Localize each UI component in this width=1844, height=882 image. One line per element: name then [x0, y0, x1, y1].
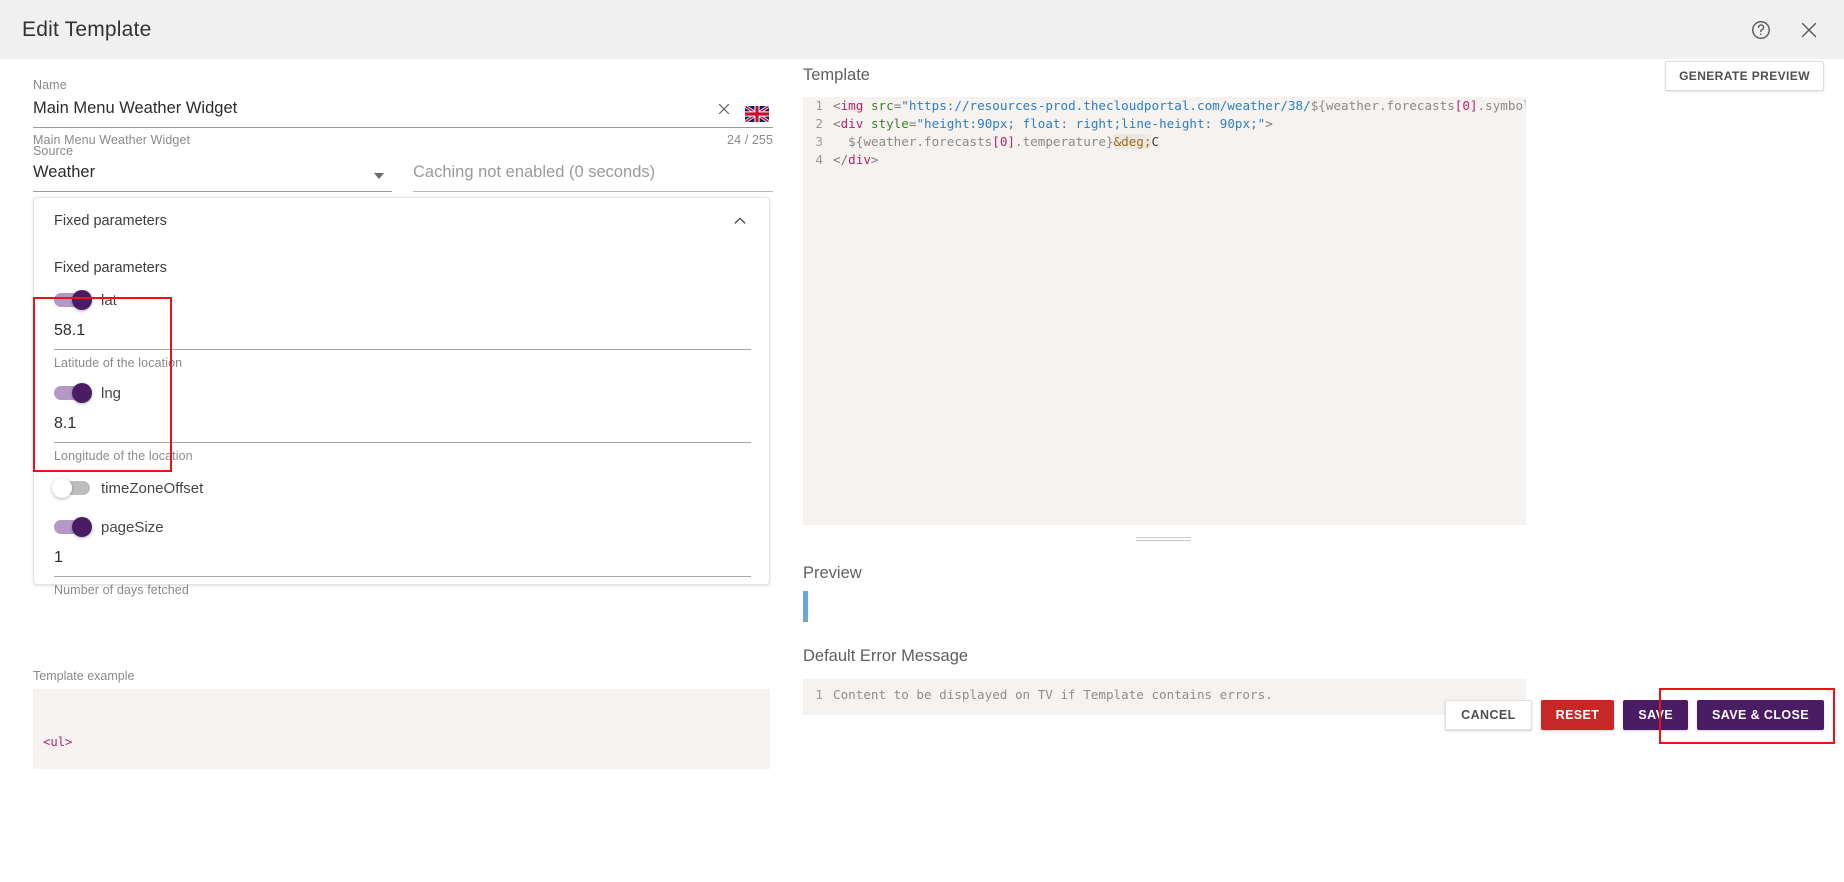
line-number: 4 [815, 152, 823, 167]
left-panel: Name Main Menu Weather Widget Main Menu … [0, 59, 800, 882]
param-row-timezoneoffset: timeZoneOffset [52, 474, 749, 502]
code-line: 3 ${weather.forecasts[0].temperature}&de… [803, 133, 1526, 151]
param-toggle-row-lng: lng [54, 379, 749, 407]
toggle-timezoneoffset[interactable] [52, 478, 90, 498]
fixed-parameters-group-title: Fixed parameters [54, 260, 167, 276]
param-row-lat: lat 58.1 Latitude of the location [54, 286, 751, 370]
grip-line [1136, 540, 1191, 541]
source-label: Source [33, 144, 74, 158]
param-hint-lat: Latitude of the location [54, 356, 183, 370]
template-example-label: Template example [33, 669, 135, 683]
line-number: 1 [815, 687, 823, 702]
chevron-down-icon [374, 173, 384, 179]
param-input-lng[interactable]: 8.1 [54, 415, 751, 443]
name-input-row: Main Menu Weather Widget [33, 92, 773, 128]
param-name-lng: lng [101, 384, 122, 402]
line-number: 2 [815, 116, 823, 131]
param-hint-pagesize: Number of days fetched [54, 583, 189, 597]
source-selected-value: Weather [33, 158, 392, 192]
param-input-lat[interactable]: 58.1 [54, 322, 751, 350]
code-line-text: ${weather.forecasts[0].temperature}&deg;… [848, 134, 1160, 149]
code-line: 4 </div> [803, 151, 1526, 169]
caching-select[interactable]: Caching not enabled (0 seconds) [413, 158, 773, 192]
code-line-text: </div> [833, 152, 879, 167]
cancel-button[interactable]: CANCEL [1445, 700, 1532, 730]
source-select[interactable]: Weather [33, 158, 392, 192]
generate-preview-button[interactable]: GENERATE PREVIEW [1665, 61, 1824, 91]
fixed-parameters-card: Fixed parameters Fixed parameters lat 58… [33, 197, 770, 597]
template-code-editor[interactable]: 1 <img src="https://resources-prod.thecl… [803, 97, 1526, 525]
fixed-parameters-card-title: Fixed parameters [54, 213, 167, 229]
param-hint-lng: Longitude of the location [54, 449, 193, 463]
dialog-body: Name Main Menu Weather Widget Main Menu … [0, 59, 1844, 882]
right-panel: Template GENERATE PREVIEW 1 <img src="ht… [800, 59, 1844, 882]
toggle-knob [52, 478, 72, 498]
preview-section-title: Preview [803, 564, 862, 582]
code-line: 1 <img src="https://resources-prod.thecl… [803, 97, 1526, 115]
editor-resize-handle[interactable] [1136, 537, 1191, 543]
fixed-parameters-card-header[interactable]: Fixed parameters [34, 198, 769, 244]
name-label: Name [33, 78, 67, 92]
dialog-titlebar: Edit Template [0, 0, 1844, 59]
source-row: Weather Caching not enabled (0 seconds) [33, 158, 773, 192]
chevron-up-icon[interactable] [732, 213, 748, 229]
page-title: Edit Template [22, 17, 152, 41]
param-name-lat: lat [101, 291, 117, 309]
name-input[interactable]: Main Menu Weather Widget [33, 92, 773, 128]
titlebar-actions [1748, 17, 1822, 43]
param-row-pagesize: pageSize 1 Number of days fetched [54, 513, 751, 597]
code-line: 2 <div style="height:90px; float: right;… [803, 115, 1526, 133]
preview-content-placeholder [803, 591, 808, 622]
line-number: 1 [815, 98, 823, 113]
param-row-lng: lng 8.1 Longitude of the location [54, 379, 751, 463]
clear-name-icon[interactable] [715, 100, 733, 118]
toggle-knob [72, 290, 92, 310]
toggle-pagesize[interactable] [54, 517, 92, 537]
highlight-box-save-buttons [1659, 688, 1835, 744]
param-toggle-row-timezoneoffset: timeZoneOffset [52, 474, 749, 502]
grip-line [1136, 537, 1191, 538]
line-number: 3 [815, 134, 823, 149]
uk-flag-icon[interactable] [745, 106, 769, 122]
reset-button[interactable]: RESET [1540, 700, 1615, 730]
param-toggle-row-pagesize: pageSize [54, 513, 749, 541]
param-name-timezoneoffset: timeZoneOffset [101, 479, 204, 497]
default-error-message-title: Default Error Message [803, 647, 969, 665]
caching-value: Caching not enabled (0 seconds) [413, 158, 773, 192]
toggle-knob [72, 383, 92, 403]
code-line-text: <img src="https://resources-prod.theclou… [833, 98, 1526, 113]
code-line-text: <div style="height:90px; float: right;li… [833, 116, 1273, 131]
toggle-knob [72, 517, 92, 537]
param-toggle-row-lat: lat [54, 286, 749, 314]
code-line: 1 Content to be displayed on TV if Templ… [803, 686, 1526, 704]
template-section-title: Template [803, 66, 870, 84]
fixed-parameters-list: Fixed parameters lat 58.1 Latitude of th… [34, 260, 769, 597]
help-circle-icon[interactable] [1748, 17, 1774, 43]
close-icon[interactable] [1796, 17, 1822, 43]
edit-template-dialog: Edit Template Name Main Menu Weather Wid… [0, 0, 1844, 882]
template-example-code: <ul> <#list weather.forecasts as forecas… [33, 689, 770, 769]
param-name-pagesize: pageSize [101, 518, 164, 536]
name-field-group: Name Main Menu Weather Widget Main Menu … [33, 78, 773, 147]
param-input-pagesize[interactable]: 1 [54, 549, 751, 577]
toggle-lng[interactable] [54, 383, 92, 403]
error-message-placeholder: Content to be displayed on TV if Templat… [833, 687, 1273, 702]
default-error-message-editor[interactable]: 1 Content to be displayed on TV if Templ… [803, 679, 1526, 715]
toggle-lat[interactable] [54, 290, 92, 310]
